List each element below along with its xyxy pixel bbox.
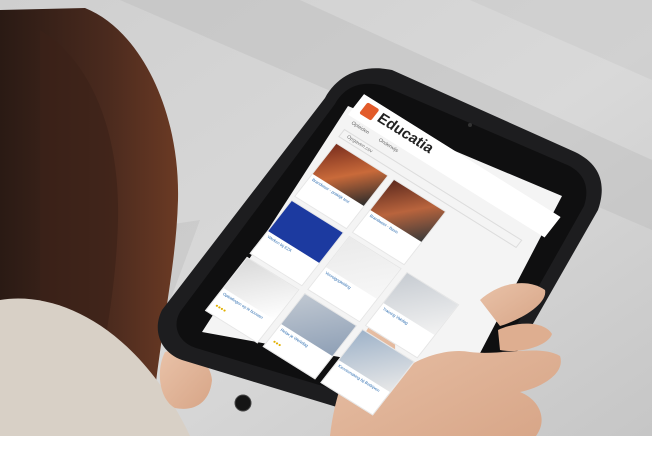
rating-stars: ●●●● bbox=[213, 302, 228, 315]
rating-stars: ●●● bbox=[271, 338, 283, 349]
